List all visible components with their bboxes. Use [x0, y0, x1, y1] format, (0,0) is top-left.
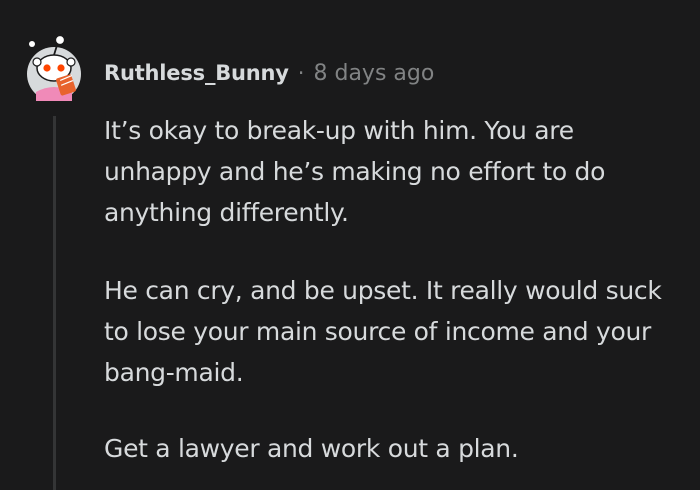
- comment-timestamp[interactable]: 8 days ago: [313, 61, 434, 86]
- snoo-avatar-icon[interactable]: [24, 30, 92, 102]
- comment-header: Ruthless_Bunny · 8 days ago: [104, 56, 434, 90]
- comment: Ruthless_Bunny · 8 days ago It’s okay to…: [0, 0, 700, 490]
- comment-paragraph: He can cry, and be upset. It really woul…: [104, 276, 662, 387]
- thread-collapse-line[interactable]: [53, 116, 56, 490]
- comment-paragraph: It’s okay to break-up with him. You are …: [104, 116, 606, 227]
- comment-paragraph: Get a lawyer and work out a plan.: [104, 434, 519, 463]
- meta-separator: ·: [297, 61, 305, 85]
- comment-author-link[interactable]: Ruthless_Bunny: [104, 61, 289, 85]
